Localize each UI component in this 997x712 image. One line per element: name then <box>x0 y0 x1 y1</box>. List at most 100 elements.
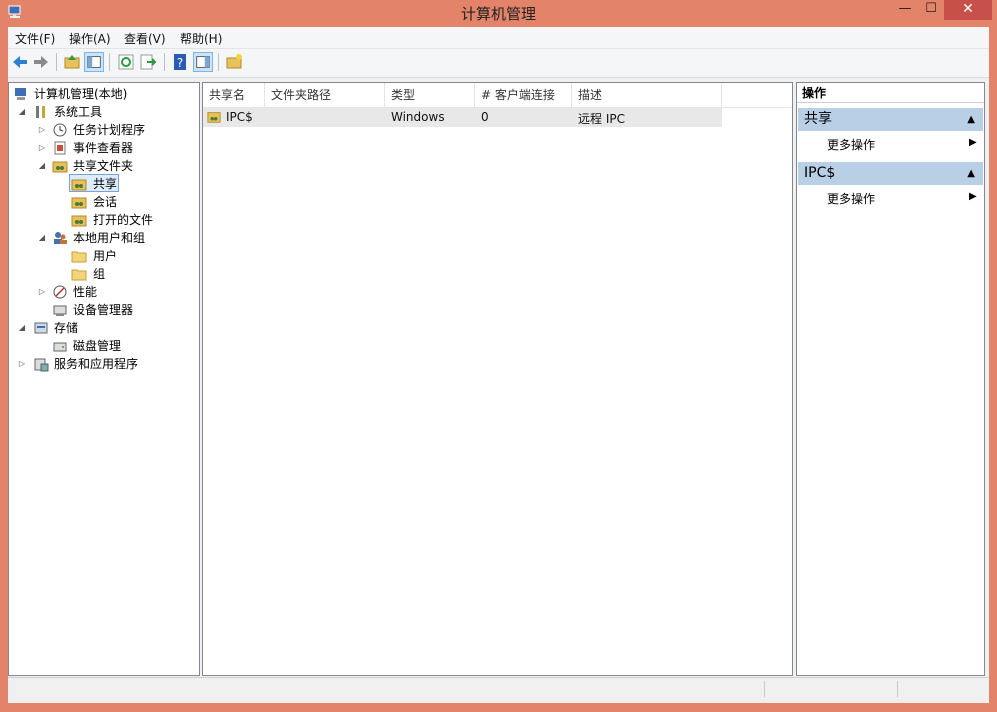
tree-label: 计算机管理(本地) <box>34 87 128 101</box>
tree-item-open-files[interactable]: 打开的文件 <box>9 211 199 229</box>
tree-label: 服务和应用程序 <box>54 357 139 371</box>
tree-item-local-users-groups[interactable]: ◢ 本地用户和组 <box>9 229 199 247</box>
users-icon <box>54 232 67 244</box>
forward-icon[interactable] <box>31 52 51 72</box>
collapse-triangle-icon[interactable]: ▲ <box>967 108 975 131</box>
window-title: 计算机管理 <box>460 5 536 23</box>
actions-section-shares[interactable]: 共享 ▲ <box>798 108 983 131</box>
tree-label: 设备管理器 <box>73 303 134 317</box>
share-icon <box>207 112 221 123</box>
submenu-arrow-icon: ▶ <box>969 137 977 148</box>
close-button[interactable]: ✕ <box>944 0 992 20</box>
section-title: 共享 <box>804 111 832 127</box>
open-files-icon <box>71 215 87 227</box>
sessions-icon <box>71 197 87 209</box>
collapse-arrow-icon[interactable]: ◢ <box>37 157 47 175</box>
tree-item-performance[interactable]: ▷ 性能 <box>9 283 199 301</box>
actions-title: 操作 <box>797 83 984 103</box>
tree-label: 任务计划程序 <box>73 123 146 137</box>
cell-description: 远程 IPC <box>578 112 625 126</box>
tree-item-shares[interactable]: 共享 <box>9 175 199 193</box>
tree-label: 存储 <box>54 321 79 335</box>
tree-item-task-scheduler[interactable]: ▷ 任务计划程序 <box>9 121 199 139</box>
disk-icon <box>53 342 67 352</box>
menu-file[interactable]: 文件(F) <box>15 30 55 47</box>
tree-label: 共享 <box>93 177 118 191</box>
export-list-icon[interactable] <box>138 52 158 72</box>
maximize-button[interactable]: ☐ <box>918 0 944 20</box>
show-hide-tree-icon[interactable] <box>84 52 104 72</box>
main-frame: 文件(F) 操作(A) 查看(V) 帮助(H) ? 计算机管理(本地) ◢ 系统… <box>8 27 989 703</box>
title-bar: 计算机管理 — ☐ ✕ <box>0 0 997 26</box>
tree-item-sessions[interactable]: 会话 <box>9 193 199 211</box>
tree-item-disk-management[interactable]: 磁盘管理 <box>9 337 199 355</box>
menu-bar: 文件(F) 操作(A) 查看(V) 帮助(H) <box>8 27 989 49</box>
status-bar <box>8 677 989 700</box>
expand-arrow-icon[interactable]: ▷ <box>37 121 47 139</box>
column-header-client-connections[interactable]: # 客户端连接 <box>475 83 572 107</box>
storage-icon <box>34 322 48 334</box>
tree-label: 会话 <box>93 195 118 209</box>
tree-item-storage[interactable]: ◢ 存储 <box>9 319 199 337</box>
minimize-button[interactable]: — <box>892 0 918 20</box>
device-manager-icon <box>53 305 67 316</box>
column-header-folder-path[interactable]: 文件夹路径 <box>265 83 385 107</box>
column-header-description[interactable]: 描述 <box>572 83 722 107</box>
expand-arrow-icon[interactable]: ▷ <box>17 355 27 373</box>
more-actions-link[interactable]: 更多操作 <box>827 190 875 207</box>
tree-item-groups[interactable]: 组 <box>9 265 199 283</box>
cell-type: Windows <box>391 110 445 124</box>
shares-list: 共享名 文件夹路径 类型 # 客户端连接 描述 IPC$ Windows 0 远… <box>202 82 793 676</box>
more-actions-link[interactable]: 更多操作 <box>827 136 875 153</box>
up-folder-icon[interactable] <box>62 52 82 72</box>
column-header-type[interactable]: 类型 <box>385 83 475 107</box>
help-icon[interactable]: ? <box>170 52 190 72</box>
tree-item-system-tools[interactable]: ◢ 系统工具 <box>9 103 199 121</box>
show-hide-action-pane-icon[interactable] <box>193 52 213 72</box>
share-icon <box>71 179 87 191</box>
menu-view[interactable]: 查看(V) <box>124 30 166 47</box>
actions-section-ipc[interactable]: IPC$ ▲ <box>798 162 983 185</box>
folder-icon <box>71 269 87 281</box>
tree-label: 磁盘管理 <box>73 339 122 353</box>
menu-action[interactable]: 操作(A) <box>69 30 111 47</box>
collapse-arrow-icon[interactable]: ◢ <box>37 229 47 247</box>
performance-icon <box>53 285 67 299</box>
tree-item-shared-folders[interactable]: ◢ 共享文件夹 <box>9 157 199 175</box>
column-header-share-name[interactable]: 共享名 <box>203 83 265 107</box>
tree-item-services-apps[interactable]: ▷ 服务和应用程序 <box>9 355 199 373</box>
expand-arrow-icon[interactable]: ▷ <box>37 283 47 301</box>
expand-arrow-icon[interactable]: ▷ <box>37 139 47 157</box>
table-row[interactable]: IPC$ Windows 0 远程 IPC <box>203 108 722 127</box>
submenu-arrow-icon: ▶ <box>969 191 977 202</box>
collapse-triangle-icon[interactable]: ▲ <box>967 162 975 185</box>
back-icon[interactable] <box>10 52 30 72</box>
new-share-icon[interactable] <box>224 52 244 72</box>
folder-icon <box>71 251 87 263</box>
services-icon <box>34 358 49 372</box>
clock-icon <box>53 123 67 137</box>
refresh-icon[interactable] <box>116 52 136 72</box>
actions-pane: 操作 共享 ▲ 更多操作 ▶ IPC$ ▲ 更多操作 ▶ <box>796 82 985 676</box>
tree-item-root[interactable]: 计算机管理(本地) <box>9 85 199 103</box>
tree-item-event-viewer[interactable]: ▷ 事件查看器 <box>9 139 199 157</box>
tree-label: 组 <box>93 267 106 281</box>
section-title: IPC$ <box>804 165 836 181</box>
toolbar: ? <box>8 49 989 78</box>
computer-icon <box>15 88 26 100</box>
tree-label: 事件查看器 <box>73 141 134 155</box>
cell-share-name: IPC$ <box>226 110 253 124</box>
tree-label: 打开的文件 <box>93 213 154 227</box>
tree-label: 本地用户和组 <box>73 231 146 245</box>
tree-label: 性能 <box>73 285 98 299</box>
collapse-arrow-icon[interactable]: ◢ <box>17 103 27 121</box>
cell-client-connections: 0 <box>481 110 489 124</box>
tools-icon <box>36 106 45 118</box>
event-viewer-icon <box>54 141 66 155</box>
shared-folder-icon <box>52 161 68 173</box>
svg-text:?: ? <box>177 56 183 70</box>
menu-help[interactable]: 帮助(H) <box>180 30 222 47</box>
tree-item-users[interactable]: 用户 <box>9 247 199 265</box>
collapse-arrow-icon[interactable]: ◢ <box>17 319 27 337</box>
tree-item-device-manager[interactable]: 设备管理器 <box>9 301 199 319</box>
